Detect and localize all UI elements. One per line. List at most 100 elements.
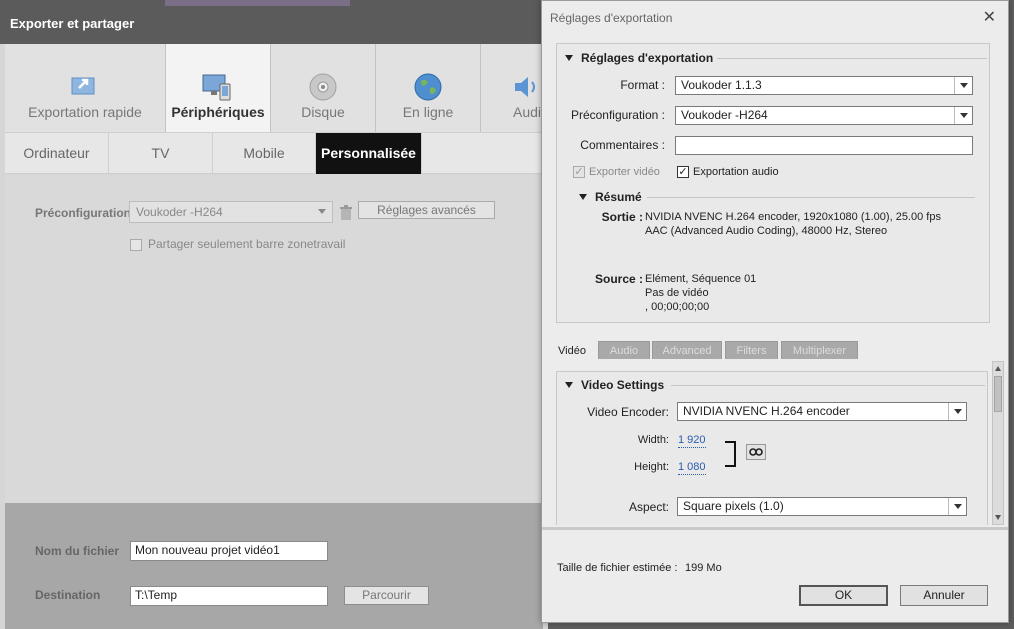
preset-value: Voukoder -H264: [136, 205, 223, 219]
destination-label: Destination: [35, 588, 101, 602]
tab-devices[interactable]: Périphériques: [166, 44, 271, 132]
titlebar-decoration: [165, 0, 350, 6]
tab-audio[interactable]: Audi: [481, 44, 543, 132]
window-title: Exporter et partager: [10, 16, 135, 31]
output-line-2: AAC (Advanced Audio Coding), 48000 Hz, S…: [645, 225, 888, 237]
subtab-computer[interactable]: Ordinateur: [5, 133, 109, 174]
section-title: Réglages d'exportation: [581, 51, 714, 65]
chevron-down-icon: [318, 209, 326, 214]
dialog-title: Réglages d'exportation: [550, 11, 673, 25]
tab-disc[interactable]: Disque: [271, 44, 376, 132]
destination-input[interactable]: T:\Temp: [130, 586, 328, 606]
tab-label: Exportation rapide: [28, 104, 142, 120]
section-title: Video Settings: [581, 378, 665, 392]
source-line-2: Pas de vidéo: [645, 287, 709, 299]
tab-audio[interactable]: Audio: [598, 341, 650, 359]
device-subtabs: Ordinateur TV Mobile Personnalisée: [5, 132, 543, 174]
footer-divider: [542, 527, 1008, 530]
aspect-link-bracket: [725, 441, 736, 467]
chevron-down-icon: [954, 77, 972, 94]
collapse-triangle-icon: [565, 382, 573, 388]
video-settings-panel: Video Settings Video Encoder: NVIDIA NVE…: [556, 371, 988, 525]
format-label: Format :: [620, 78, 665, 92]
tab-advanced[interactable]: Advanced: [652, 341, 722, 359]
section-title: Résumé: [595, 190, 642, 204]
tab-label: En ligne: [402, 104, 454, 120]
filename-input[interactable]: Mon nouveau projet vidéo1: [130, 541, 328, 561]
export-video-checkbox[interactable]: ✓: [573, 166, 585, 178]
ok-button[interactable]: OK: [799, 585, 888, 606]
browse-button[interactable]: Parcourir: [344, 586, 429, 605]
globe-icon: [414, 73, 442, 101]
source-line-3: , 00;00;00;00: [645, 301, 710, 313]
preset-select[interactable]: Voukoder -H264: [675, 106, 973, 125]
chevron-down-icon: [948, 403, 966, 420]
filesize-value: 199 Mo: [685, 562, 722, 574]
close-icon[interactable]: ✕: [983, 7, 996, 27]
preset-select[interactable]: Voukoder -H264: [129, 201, 333, 223]
preset-value: Voukoder -H264: [681, 108, 768, 122]
collapse-triangle-icon: [565, 55, 573, 61]
aspect-select[interactable]: Square pixels (1.0): [677, 497, 967, 516]
tab-multiplexer[interactable]: Multiplexer: [781, 341, 858, 359]
width-label: Width:: [637, 434, 669, 446]
section-divider: [717, 58, 987, 59]
scroll-down-icon[interactable]: [995, 515, 1001, 520]
tab-label: Périphériques: [171, 104, 265, 120]
section-divider: [671, 385, 985, 386]
preset-label: Préconfiguration :: [570, 108, 665, 122]
export-video-label: Exporter vidéo: [589, 166, 660, 178]
chevron-down-icon: [948, 498, 966, 515]
cancel-button[interactable]: Annuler: [900, 585, 988, 606]
comments-label: Commentaires :: [580, 138, 665, 152]
tab-label: Audi: [513, 104, 542, 120]
width-value[interactable]: 1 920: [678, 434, 706, 448]
section-divider: [647, 197, 975, 198]
tab-label: Disque: [301, 104, 345, 120]
scroll-up-icon[interactable]: [995, 366, 1001, 371]
video-settings-header[interactable]: Video Settings: [565, 378, 664, 392]
tab-quick-export[interactable]: Exportation rapide: [5, 44, 166, 132]
subtab-tv[interactable]: TV: [109, 133, 213, 174]
export-options-panel: Préconfiguration Voukoder -H264 Réglages…: [5, 175, 543, 503]
export-settings-panel: Réglages d'exportation Format : Voukoder…: [556, 43, 990, 323]
aspect-value: Square pixels (1.0): [683, 499, 784, 513]
export-settings-dialog: Réglages d'exportation ✕ Réglages d'expo…: [541, 0, 1009, 623]
export-audio-checkbox[interactable]: ✓: [677, 166, 689, 178]
output-label: Sortie :: [601, 210, 643, 224]
export-settings-header[interactable]: Réglages d'exportation: [565, 51, 713, 65]
tab-video[interactable]: Vidéo: [550, 341, 594, 359]
window-titlebar: Exporter et partager: [0, 0, 548, 44]
link-dimensions-button[interactable]: [746, 444, 766, 460]
disc-icon: [309, 73, 337, 101]
filename-label: Nom du fichier: [35, 544, 120, 558]
collapse-triangle-icon: [579, 194, 587, 200]
tab-filters[interactable]: Filters: [725, 341, 778, 359]
subtab-custom[interactable]: Personnalisée: [316, 133, 422, 174]
format-select[interactable]: Voukoder 1.1.3: [675, 76, 973, 95]
advanced-settings-button[interactable]: Réglages avancés: [358, 201, 495, 219]
export-share-window: Exporter et partager Exportation rapide …: [0, 0, 548, 629]
trash-icon[interactable]: [339, 205, 353, 221]
source-label: Source :: [594, 272, 643, 286]
encoder-label: Video Encoder:: [587, 405, 669, 419]
scrollbar-thumb[interactable]: [994, 376, 1002, 412]
devices-icon: [202, 74, 231, 101]
chain-link-icon: [749, 448, 763, 456]
quick-export-icon: [71, 77, 95, 95]
output-line-1: NVIDIA NVENC H.264 encoder, 1920x1080 (1…: [645, 211, 941, 223]
chevron-down-icon: [954, 107, 972, 124]
comments-input[interactable]: [675, 136, 973, 155]
output-file-panel: Nom du fichier Mon nouveau projet vidéo1…: [5, 503, 543, 629]
height-value[interactable]: 1 080: [678, 461, 706, 475]
aspect-label: Aspect:: [628, 500, 669, 514]
tab-online[interactable]: En ligne: [376, 44, 481, 132]
summary-header[interactable]: Résumé: [579, 190, 642, 204]
filesize-label: Taille de fichier estimée :: [557, 562, 678, 574]
settings-scrollbar[interactable]: [992, 361, 1004, 525]
share-workarea-checkbox[interactable]: [130, 239, 142, 251]
subtab-mobile[interactable]: Mobile: [213, 133, 316, 174]
export-audio-label: Exportation audio: [693, 166, 779, 178]
encoder-select[interactable]: NVIDIA NVENC H.264 encoder: [677, 402, 967, 421]
share-workarea-label: Partager seulement barre zonetravail: [148, 237, 346, 251]
